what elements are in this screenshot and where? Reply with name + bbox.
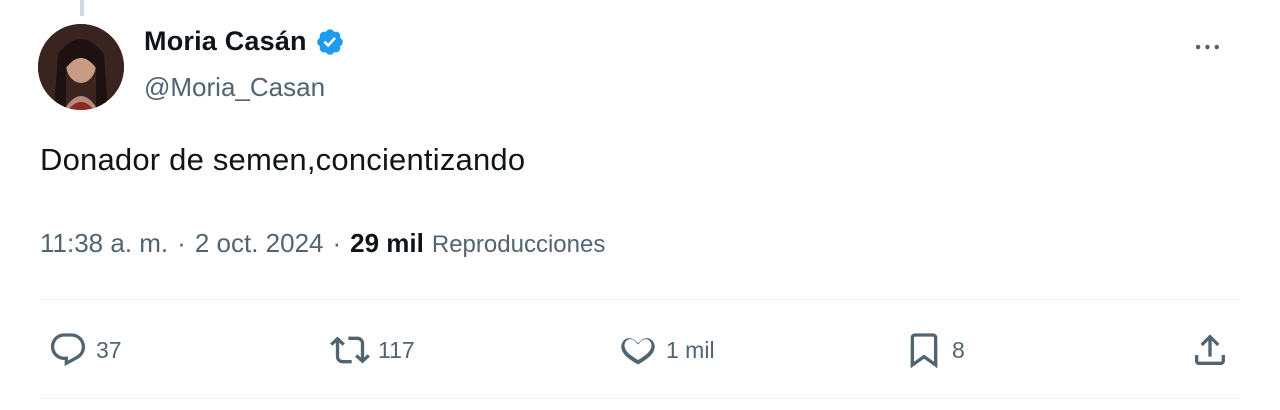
meta-separator: · [177, 228, 186, 258]
reply-count: 37 [96, 336, 122, 363]
meta-separator: · [332, 228, 342, 258]
bookmark-count: 8 [952, 336, 965, 363]
avatar-image [38, 24, 124, 110]
reply-icon [50, 333, 86, 367]
like-count: 1 mil [666, 336, 715, 363]
verified-badge-icon [315, 27, 345, 57]
more-options-icon [1195, 44, 1220, 50]
tweet-text: Donador de semen,concientizando [40, 142, 526, 177]
divider [40, 299, 1240, 300]
author-handle[interactable]: @Moria_Casan [144, 72, 325, 103]
action-bar: 37 117 1 mil 8 [40, 328, 1240, 372]
like-button[interactable]: 1 mil [618, 328, 715, 372]
retweet-count: 117 [378, 336, 415, 363]
heart-icon [621, 338, 655, 365]
divider [40, 398, 1240, 399]
tweet-card: Moria Casán @Moria_Casan Donador de seme… [0, 0, 1280, 410]
bookmark-button[interactable]: 8 [904, 328, 965, 372]
tweet-time[interactable]: 11:38 a. m. [40, 228, 168, 259]
share-button[interactable] [1190, 328, 1230, 372]
author-display-name[interactable]: Moria Casán [144, 26, 307, 57]
views-label: Reproducciones [431, 231, 606, 258]
reply-button[interactable]: 37 [48, 328, 122, 372]
more-options-button[interactable] [1190, 34, 1230, 60]
author-name-row: Moria Casán [144, 26, 345, 57]
tweet-meta: 11:38 a. m. · 2 oct. 2024 · 29 mil Repro… [40, 228, 605, 259]
views-count: 29 mil [350, 228, 424, 258]
thread-connector-line [80, 0, 84, 16]
avatar[interactable] [38, 24, 124, 110]
retweet-button[interactable]: 117 [330, 328, 415, 372]
retweet-icon [330, 336, 370, 364]
tweet-date[interactable]: 2 oct. 2024 [195, 228, 324, 259]
bookmark-icon [910, 333, 938, 369]
share-icon [1195, 334, 1225, 365]
